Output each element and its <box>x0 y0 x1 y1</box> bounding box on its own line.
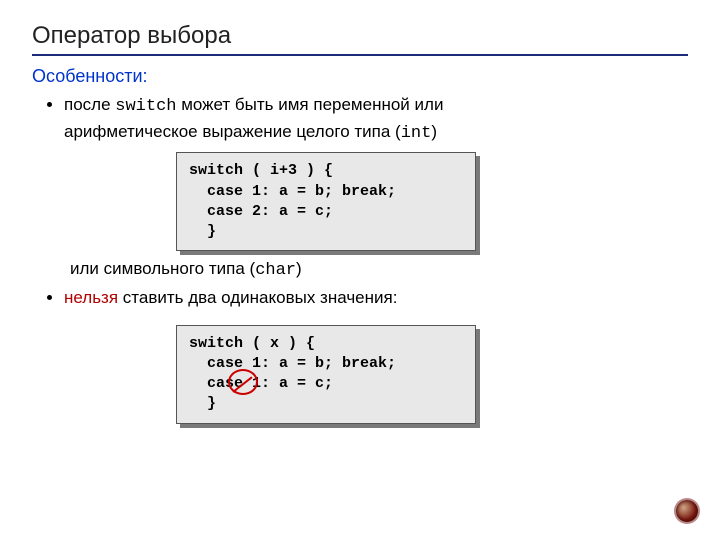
sub-line: или символьного типа (char) <box>38 257 688 284</box>
code-block-2: switch ( x ) { case 1: a = b; break; cas… <box>176 325 476 424</box>
text: ) <box>431 122 437 141</box>
inline-code: char <box>255 261 296 280</box>
title-rule <box>32 54 688 56</box>
code-content: switch ( i+3 ) { case 1: a = b; break; c… <box>176 152 476 251</box>
text: арифметическое выражение целого типа ( <box>64 122 401 141</box>
text: или символьного типа ( <box>70 259 255 278</box>
slide: Оператор выбора Особенности: после switc… <box>0 0 720 424</box>
code-content: switch ( x ) { case 1: a = b; break; cas… <box>176 325 476 424</box>
text: ) <box>296 259 302 278</box>
text: ставить два одинаковых значения: <box>118 288 397 307</box>
text: может быть имя переменной или <box>176 95 443 114</box>
page-title: Оператор выбора <box>32 22 688 50</box>
inline-code: int <box>401 124 432 143</box>
text: после <box>64 95 115 114</box>
bullet-list-2: нельзя ставить два одинаковых значения: <box>38 286 688 311</box>
bullet-item-1: после switch может быть имя переменной и… <box>64 93 688 146</box>
inline-code: switch <box>115 97 176 116</box>
body-content: после switch может быть имя переменной и… <box>32 93 688 424</box>
text-emphasis: нельзя <box>64 288 118 307</box>
bullet-item-2: нельзя ставить два одинаковых значения: <box>64 286 688 311</box>
nav-dot-icon[interactable] <box>676 500 698 522</box>
code-block-1: switch ( i+3 ) { case 1: a = b; break; c… <box>176 152 476 251</box>
subheading: Особенности: <box>32 66 688 87</box>
bullet-list: после switch может быть имя переменной и… <box>38 93 688 146</box>
